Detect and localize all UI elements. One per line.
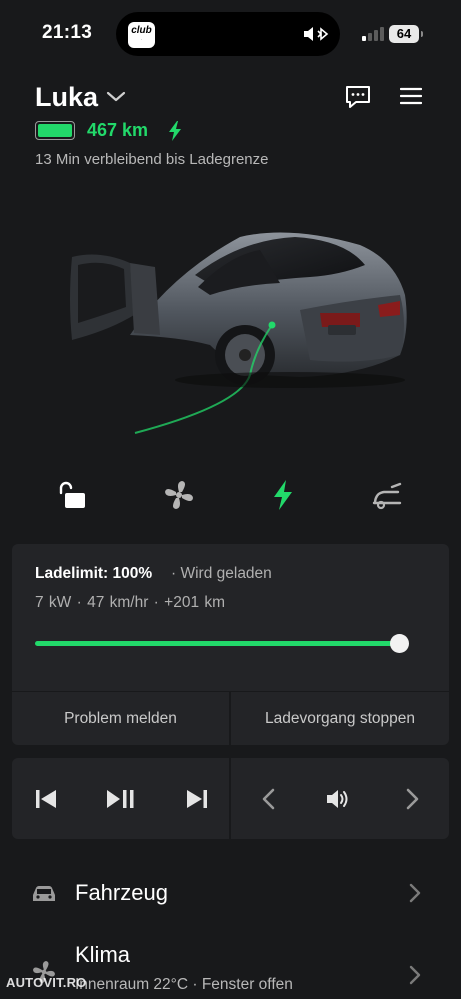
charging-status: · Wird geladen	[171, 565, 272, 582]
play-pause-icon[interactable]	[106, 786, 136, 812]
list-item-subtitle: Innenraum 22°C · Fenster offen	[75, 976, 293, 993]
frunk-icon[interactable]	[370, 478, 404, 512]
hamburger-menu-icon[interactable]	[400, 86, 422, 106]
list-item-title: Klima	[75, 942, 131, 967]
status-time: 21:13	[42, 22, 93, 43]
chevron-down-icon[interactable]	[104, 86, 128, 106]
battery-fill	[38, 124, 72, 137]
car-name[interactable]: Luka	[35, 82, 98, 113]
mute-bluetooth-icon	[304, 27, 329, 41]
app-badge-text: club	[131, 25, 152, 36]
charging-stats: 7 kW · 47 km/hr · +201 km	[35, 594, 226, 611]
charge-limit-label: Ladelimit: 100%	[35, 565, 153, 582]
cellular-signal-icon	[362, 27, 384, 41]
charging-bolt-icon	[169, 121, 181, 141]
report-problem-button[interactable]: Problem melden	[12, 692, 229, 745]
stop-charging-button[interactable]: Ladevorgang stoppen	[231, 692, 449, 745]
car-image	[70, 232, 407, 434]
car-battery-indicator	[35, 121, 75, 140]
range-text: 467 km	[87, 120, 149, 140]
car-icon	[33, 886, 55, 901]
source-next-icon[interactable]	[398, 786, 424, 812]
chevron-right-icon	[409, 965, 421, 985]
remaining-time-text: 13 Min verbleibend bis Ladegrenze	[35, 151, 269, 168]
chevron-right-icon	[409, 883, 421, 903]
watermark: AUTOVIT.RO	[6, 975, 87, 990]
volume-icon[interactable]	[325, 786, 351, 812]
charge-limit-slider-track[interactable]	[35, 641, 398, 646]
fan-icon[interactable]	[162, 478, 196, 512]
next-track-icon[interactable]	[184, 786, 210, 812]
unlock-icon[interactable]	[55, 478, 89, 512]
message-icon[interactable]	[344, 84, 372, 110]
charging-bolt-icon[interactable]	[266, 478, 300, 512]
list-item-title: Fahrzeug	[75, 880, 168, 905]
charge-limit-slider-thumb[interactable]	[390, 634, 409, 653]
club-app-icon: club.	[128, 22, 155, 48]
previous-track-icon[interactable]	[33, 786, 59, 812]
source-prev-icon[interactable]	[257, 786, 283, 812]
phone-battery-icon: 64	[389, 25, 423, 43]
